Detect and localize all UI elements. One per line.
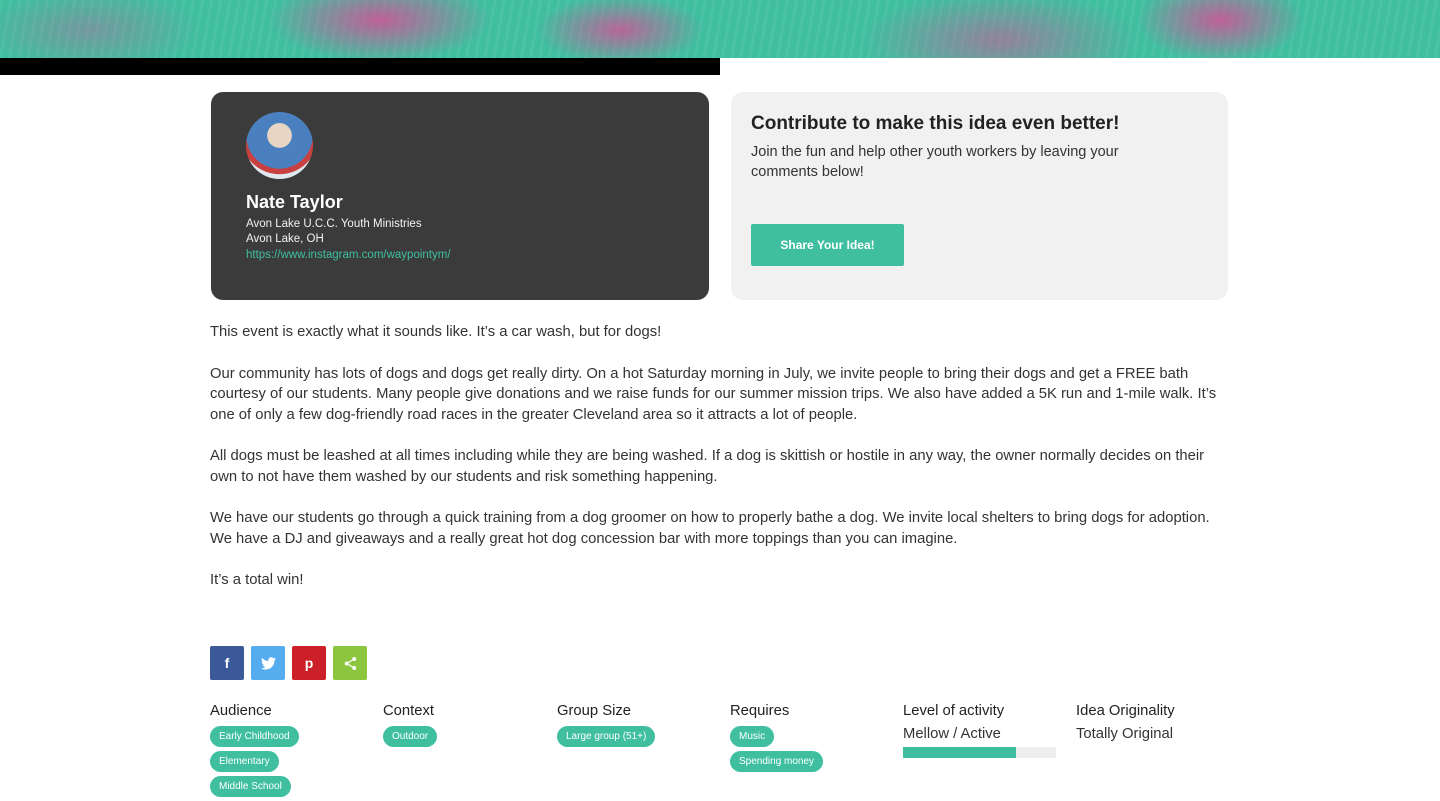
- author-name: Nate Taylor: [246, 192, 343, 212]
- article-paragraph: It’s a total win!: [210, 572, 304, 588]
- twitter-share-button[interactable]: [251, 646, 285, 680]
- activity-level-fill: [903, 747, 1017, 758]
- author-card: Nate Taylor Avon Lake U.C.C. Youth Minis…: [211, 92, 709, 300]
- pinterest-share-button[interactable]: p: [292, 646, 326, 680]
- meta-group-size: Group Size Large group (51+): [557, 703, 656, 751]
- tag-pill[interactable]: Music: [730, 726, 775, 747]
- generic-share-button[interactable]: [333, 646, 367, 680]
- meta-level-of-activity: Level of activity Mellow / Active: [903, 703, 1056, 758]
- tag-pill[interactable]: Outdoor: [383, 726, 438, 747]
- meta-context: Context Outdoor: [383, 703, 438, 751]
- reading-progress-bar: [0, 58, 720, 75]
- meta-level-label: Level of activity: [903, 703, 1005, 719]
- tag-pill[interactable]: Spending money: [730, 751, 824, 772]
- twitter-icon: [260, 656, 276, 669]
- tag-pill[interactable]: Early Childhood: [210, 726, 299, 747]
- article-body: This event is exactly what it sounds lik…: [210, 322, 1230, 612]
- author-organization: Avon Lake U.C.C. Youth Ministries: [246, 218, 422, 230]
- tag-pill[interactable]: Middle School: [210, 776, 291, 797]
- author-location: Avon Lake, OH: [246, 233, 324, 245]
- avatar: [246, 112, 313, 179]
- author-instagram-link[interactable]: https://www.instagram.com/waypointym/: [246, 249, 674, 261]
- article-paragraph: This event is exactly what it sounds lik…: [210, 324, 662, 340]
- tag-pill[interactable]: Large group (51+): [557, 726, 656, 747]
- facebook-icon: f: [224, 655, 230, 671]
- share-your-idea-button[interactable]: Share Your Idea!: [751, 224, 904, 266]
- contribute-card: Contribute to make this idea even better…: [731, 92, 1228, 300]
- originality-value: Totally Original: [1076, 726, 1174, 742]
- activity-level-bar: [903, 747, 1056, 758]
- meta-requires: Requires Music Spending money: [730, 703, 824, 776]
- meta-group-size-label: Group Size: [557, 703, 632, 719]
- article-paragraph: All dogs must be leashed at all times in…: [210, 448, 1205, 485]
- share-icon: [344, 656, 356, 670]
- pinterest-icon: p: [304, 655, 314, 671]
- tag-pill[interactable]: Elementary: [210, 751, 279, 772]
- meta-audience-label: Audience: [210, 703, 272, 719]
- level-value: Mellow / Active: [903, 726, 1001, 742]
- meta-originality-label: Idea Originality: [1076, 703, 1175, 719]
- contribute-title: Contribute to make this idea even better…: [751, 113, 1120, 134]
- article-paragraph: We have our students go through a quick …: [210, 510, 1210, 547]
- social-share-row: f p: [210, 646, 367, 680]
- contribute-text: Join the fun and help other youth worker…: [751, 144, 1119, 180]
- meta-audience: Audience Early Childhood Elementary Midd…: [210, 703, 299, 801]
- article-paragraph: Our community has lots of dogs and dogs …: [210, 365, 1217, 423]
- facebook-share-button[interactable]: f: [210, 646, 244, 680]
- meta-originality: Idea Originality Totally Original: [1076, 703, 1175, 742]
- header-banner: [0, 0, 1440, 58]
- meta-requires-label: Requires: [730, 703, 790, 719]
- meta-context-label: Context: [383, 703, 434, 719]
